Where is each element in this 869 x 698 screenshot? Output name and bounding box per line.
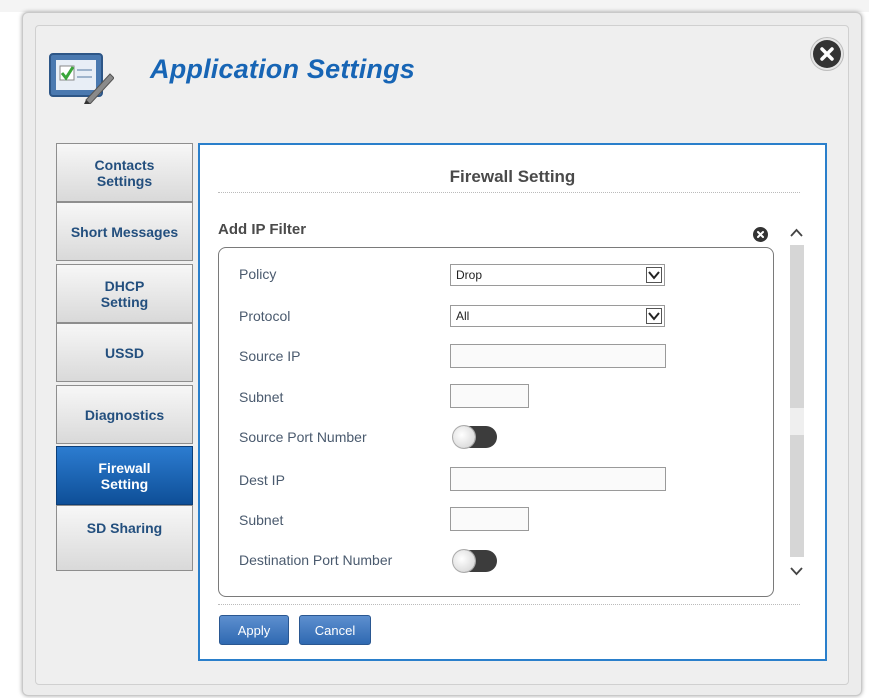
close-icon	[757, 231, 764, 238]
source-ip-label: Source IP	[239, 348, 301, 364]
sidebar-item-short-messages[interactable]: Short Messages	[56, 202, 193, 261]
protocol-label: Protocol	[239, 308, 291, 324]
vertical-scrollbar[interactable]	[788, 217, 805, 587]
sidebar-item-ussd[interactable]: USSD	[56, 323, 193, 382]
ip-filter-form: Policy Drop Protocol All Source IP Subne…	[218, 247, 774, 597]
sidebar-item-label: USSD	[105, 344, 144, 361]
source-subnet-input[interactable]	[450, 384, 529, 408]
toggle-knob	[453, 550, 475, 572]
dest-subnet-label: Subnet	[239, 512, 284, 528]
source-port-toggle[interactable]	[453, 426, 497, 448]
sidebar-item-sd-sharing[interactable]: SD Sharing	[56, 505, 193, 571]
chevron-down-icon	[646, 267, 662, 283]
title-divider	[218, 192, 800, 193]
sidebar-item-contacts-settings[interactable]: Contacts Settings	[56, 143, 193, 202]
chevron-down-icon	[790, 567, 803, 576]
policy-value: Drop	[456, 268, 483, 282]
background-strip	[0, 0, 869, 12]
sidebar-item-dhcp-setting[interactable]: DHCP Setting	[56, 264, 193, 323]
policy-label: Policy	[239, 266, 277, 282]
protocol-select[interactable]: All	[450, 305, 665, 327]
dest-subnet-input[interactable]	[450, 507, 529, 531]
sidebar-item-label: SD Sharing	[86, 520, 163, 536]
sidebar-item-firewall-setting[interactable]: Firewall Setting	[56, 446, 193, 505]
sidebar-item-label: Contacts Settings	[94, 156, 155, 189]
app-title: Application Settings	[150, 54, 416, 84]
sidebar-item-label: Short Messages	[70, 223, 179, 240]
policy-select[interactable]: Drop	[450, 264, 665, 286]
close-section-button[interactable]	[753, 227, 768, 242]
section-title: Add IP Filter	[218, 221, 307, 238]
sidebar-item-label: Firewall Setting	[98, 459, 151, 492]
sidebar-item-label: DHCP Setting	[100, 277, 149, 310]
dest-ip-label: Dest IP	[239, 472, 285, 488]
chevron-up-icon	[790, 228, 803, 237]
source-subnet-label: Subnet	[239, 389, 284, 405]
scrollbar-thumb-gap	[790, 408, 804, 435]
actions-divider	[218, 604, 800, 605]
toggle-knob	[453, 426, 475, 448]
panel-title: Firewall Setting	[449, 167, 576, 186]
sidebar-item-label: Diagnostics	[84, 406, 165, 423]
dest-port-toggle[interactable]	[453, 550, 497, 572]
source-ip-input[interactable]	[450, 344, 666, 368]
checklist-pen-icon	[48, 50, 115, 105]
close-icon	[820, 47, 834, 61]
dest-ip-input[interactable]	[450, 467, 666, 491]
apply-button[interactable]: Apply	[219, 615, 289, 645]
sidebar-item-diagnostics[interactable]: Diagnostics	[56, 385, 193, 444]
scrollbar-track	[790, 245, 804, 557]
cancel-button[interactable]: Cancel	[299, 615, 371, 645]
protocol-value: All	[456, 309, 470, 323]
source-port-label: Source Port Number	[239, 429, 367, 445]
close-dialog-button[interactable]	[813, 40, 841, 68]
chevron-down-icon	[646, 308, 662, 324]
dest-port-label: Destination Port Number	[239, 552, 393, 568]
firewall-panel: Firewall Setting Add IP Filter Policy Dr…	[198, 143, 827, 661]
